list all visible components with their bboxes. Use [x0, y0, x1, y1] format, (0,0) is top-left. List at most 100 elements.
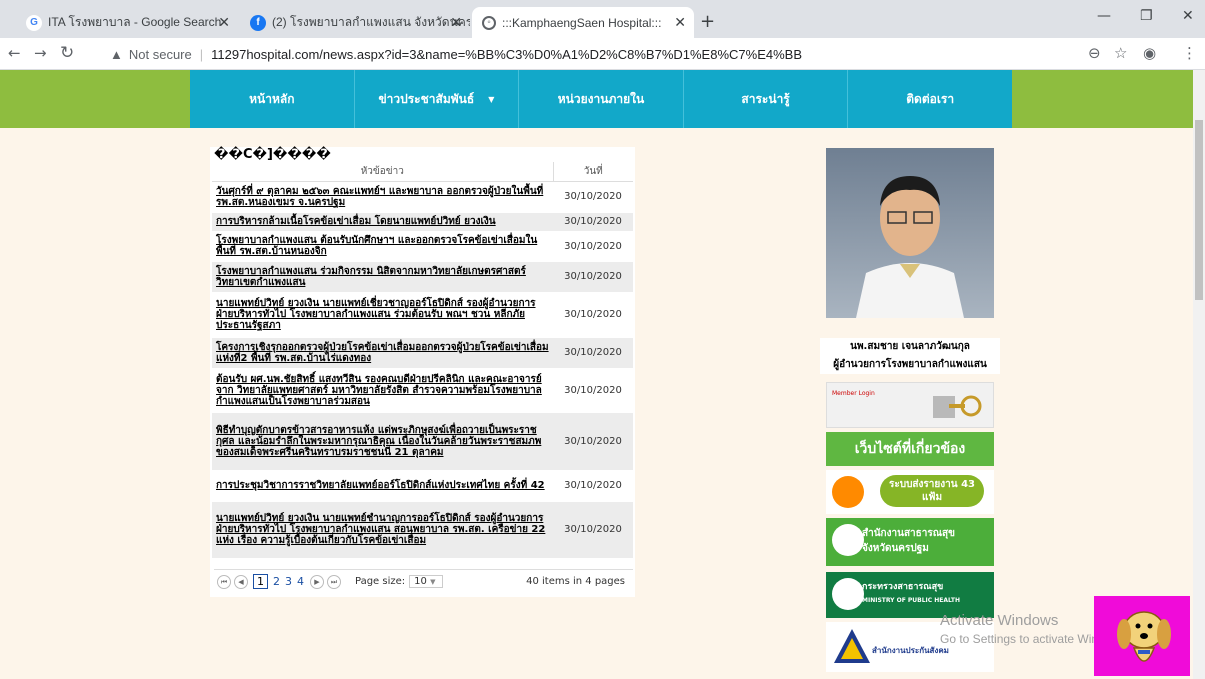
- dog-icon: [1117, 611, 1171, 662]
- director-caption: นพ.สมชาย เจนลาภวัฒนกุล ผู้อำนวยการโรงพยา…: [820, 338, 1000, 374]
- news-date: 30/10/2020: [553, 501, 633, 559]
- activate-windows-watermark: Activate Windows: [940, 612, 1059, 629]
- page-size-value: 10: [414, 576, 427, 587]
- col-date-header[interactable]: วันที่: [552, 162, 633, 182]
- reload-icon[interactable]: ↻: [60, 43, 74, 63]
- news-link[interactable]: พิธีทำบุญตักบาตรข้าวสารอาหารแห้ง แด่พระภ…: [212, 412, 553, 471]
- close-icon[interactable]: ✕: [450, 14, 462, 31]
- nav-news[interactable]: ข่าวประชาสัมพันธ์ ▼: [355, 70, 520, 128]
- sso-logo-icon: [834, 629, 870, 663]
- next-page-icon[interactable]: ▶: [310, 574, 324, 589]
- browser-toolbar: ← → ↻ ▲ Not secure | 11297hospital.com/n…: [0, 38, 1205, 70]
- table-row: ต้อนรับ ผศ.นพ.ชัยสิทธิ์ แสงทวีสิน รองคณบ…: [212, 368, 633, 413]
- table-row: พิธีทำบุญตักบาตรข้าวสารอาหารแห้ง แด่พระภ…: [212, 412, 633, 471]
- news-date: 30/10/2020: [553, 212, 633, 232]
- url-text: 11297hospital.com/news.aspx?id=3&name=%B…: [211, 46, 802, 62]
- director-photo: [826, 148, 994, 318]
- minimize-icon[interactable]: —: [1097, 8, 1111, 24]
- warning-icon: ▲: [110, 46, 123, 62]
- bookmark-star-icon[interactable]: ☆: [1114, 44, 1127, 62]
- scrollbar-thumb[interactable]: [1195, 120, 1203, 300]
- link2-line2: จังหวัดนครปฐม: [862, 543, 929, 554]
- news-link[interactable]: ต้อนรับ ผศ.นพ.ชัยสิทธิ์ แสงทวีสิน รองคณบ…: [212, 368, 553, 413]
- news-link[interactable]: วันศุกร์ที่ ๙ ตุลาคม ๒๕๖๓ คณะแพทย์ฯ และพ…: [212, 181, 553, 213]
- news-link[interactable]: การบริหารกล้ามเนื้อโรคข้อเข่าเสื่อม โดยน…: [212, 212, 553, 232]
- caret-down-icon: ▼: [488, 94, 495, 104]
- news-link[interactable]: การประชุมวิชาการราชวิทยาลัยแพทย์ออร์โธปิ…: [212, 470, 553, 502]
- news-panel: ��C�]���� หัวข้อข่าว วันที่ วันศุกร์ที่ …: [210, 147, 635, 597]
- page-4[interactable]: 4: [297, 575, 304, 588]
- not-secure-label: Not secure: [128, 46, 192, 62]
- page-scrollbar[interactable]: [1193, 70, 1205, 679]
- nav-knowledge[interactable]: สาระน่ารู้: [684, 70, 849, 128]
- provincial-health-office-link[interactable]: สำนักงานสาธารณสุข จังหวัดนครปฐม: [826, 518, 994, 566]
- nav-label: หน้าหลัก: [249, 91, 295, 106]
- close-icon[interactable]: ✕: [218, 14, 230, 31]
- table-row: การประชุมวิชาการราชวิทยาลัยแพทย์ออร์โธปิ…: [212, 470, 633, 502]
- member-login-banner[interactable]: Member Login: [826, 382, 994, 428]
- browser-tab-bar: G ITA โรงพยาบาล - Google Search ✕ f (2) …: [0, 0, 1205, 38]
- page-size-select[interactable]: 10 ▼: [409, 575, 444, 588]
- menu-icon[interactable]: ⋮: [1182, 44, 1197, 62]
- address-bar[interactable]: ▲ Not secure | 11297hospital.com/news.as…: [110, 42, 1045, 66]
- globe-icon: ◦: [482, 15, 496, 30]
- news-link[interactable]: นายแพทย์ปวิทย์ ยวงเงิน นายแพทย์เชี่ยวชาญ…: [212, 292, 553, 338]
- dog-mascot-widget[interactable]: [1094, 596, 1190, 676]
- profile-icon[interactable]: ◉: [1143, 44, 1156, 62]
- nav-label: ข่าวประชาสัมพันธ์: [378, 91, 475, 106]
- table-row: โรงพยาบาลกำแพงแสน ต้อนรับนักศึกษาฯ และออ…: [212, 231, 633, 262]
- table-row: นายแพทย์ปวิทย์ ยวงเงิน นายแพทย์ชำนาญการอ…: [212, 501, 633, 559]
- tab-google-search[interactable]: G ITA โรงพยาบาล - Google Search ✕: [16, 7, 238, 38]
- tab-hospital[interactable]: ◦ :::KamphaengSaen Hospital::: ✕: [472, 7, 694, 38]
- col-title-header[interactable]: หัวข้อข่าว: [212, 162, 553, 182]
- health-logo-icon: [832, 524, 864, 556]
- report-43-files-link[interactable]: ระบบส่งรายงาน 43 แฟ้ม: [826, 470, 994, 514]
- table-row: วันศุกร์ที่ ๙ ตุลาคม ๒๕๖๓ คณะแพทย์ฯ และพ…: [212, 181, 633, 213]
- login-label: Member Login: [832, 390, 875, 397]
- news-heading: ��C�]����: [214, 147, 331, 162]
- news-link[interactable]: นายแพทย์ปวิทย์ ยวงเงิน นายแพทย์ชำนาญการอ…: [212, 501, 553, 559]
- link4-label: สำนักงานประกันสังคม: [872, 646, 949, 655]
- news-table: หัวข้อข่าว วันที่ วันศุกร์ที่ ๙ ตุลาคม ๒…: [212, 162, 633, 559]
- chevron-down-icon: ▼: [430, 578, 436, 586]
- close-icon[interactable]: ✕: [674, 14, 686, 31]
- nav-departments[interactable]: หน่วยงานภายใน: [519, 70, 684, 128]
- social-security-link[interactable]: สำนักงานประกันสังคม: [826, 622, 994, 672]
- first-page-icon[interactable]: ⏮: [217, 574, 231, 589]
- table-row: โรงพยาบาลกำแพงแสน ร่วมกิจกรรม นิสิตจากมห…: [212, 261, 633, 293]
- main-nav: หน้าหลัก ข่าวประชาสัมพันธ์ ▼ หน่วยงานภายใ…: [190, 70, 1012, 128]
- news-date: 30/10/2020: [553, 181, 633, 213]
- window-close-icon[interactable]: ✕: [1182, 8, 1194, 24]
- director-name: นพ.สมชาย เจนลาภวัฒนกุล: [850, 341, 970, 352]
- news-link[interactable]: โครงการเชิงรุกออกตรวจผู้ป่วยโรคข้อเข่าเส…: [212, 337, 553, 369]
- table-row: การบริหารกล้ามเนื้อโรคข้อเข่าเสื่อม โดยน…: [212, 212, 633, 232]
- news-date: 30/10/2020: [553, 337, 633, 369]
- table-row: โครงการเชิงรุกออกตรวจผู้ป่วยโรคข้อเข่าเส…: [212, 337, 633, 369]
- nav-home[interactable]: หน้าหลัก: [190, 70, 355, 128]
- related-sites-title: เว็บไซต์ที่เกี่ยวข้อง: [826, 432, 994, 466]
- link1-label: ระบบส่งรายงาน 43 แฟ้ม: [880, 475, 984, 507]
- news-link[interactable]: โรงพยาบาลกำแพงแสน ร่วมกิจกรรม นิสิตจากมห…: [212, 261, 553, 293]
- facebook-icon: f: [250, 14, 266, 31]
- google-icon: G: [26, 14, 42, 31]
- news-date: 30/10/2020: [553, 292, 633, 338]
- news-date: 30/10/2020: [553, 231, 633, 262]
- restore-icon[interactable]: ❐: [1140, 8, 1153, 24]
- director-title: ผู้อำนวยการโรงพยาบาลกำแพงแสน: [833, 359, 987, 370]
- page-3[interactable]: 3: [285, 575, 292, 588]
- tab-label: ITA โรงพยาบาล - Google Search: [48, 15, 222, 29]
- news-link[interactable]: โรงพยาบาลกำแพงแสน ต้อนรับนักศึกษาฯ และออ…: [212, 231, 553, 262]
- prev-page-icon[interactable]: ◀: [234, 574, 248, 589]
- last-page-icon[interactable]: ⏭: [327, 574, 341, 589]
- forward-icon[interactable]: →: [34, 44, 47, 62]
- new-tab-icon[interactable]: +: [700, 11, 715, 32]
- nav-contact[interactable]: ติดต่อเรา: [848, 70, 1012, 128]
- zoom-icon[interactable]: ⊖: [1088, 44, 1101, 62]
- table-row: นายแพทย์ปวิทย์ ยวงเงิน นายแพทย์เชี่ยวชาญ…: [212, 292, 633, 338]
- back-icon[interactable]: ←: [8, 44, 21, 62]
- tab-facebook[interactable]: f (2) โรงพยาบาลกำแพงแสน จังหวัดนคร ✕: [240, 7, 470, 38]
- page-2[interactable]: 2: [273, 575, 280, 588]
- page-1[interactable]: 1: [253, 574, 268, 589]
- url-separator: |: [199, 46, 204, 62]
- moph-logo-icon: [832, 578, 864, 610]
